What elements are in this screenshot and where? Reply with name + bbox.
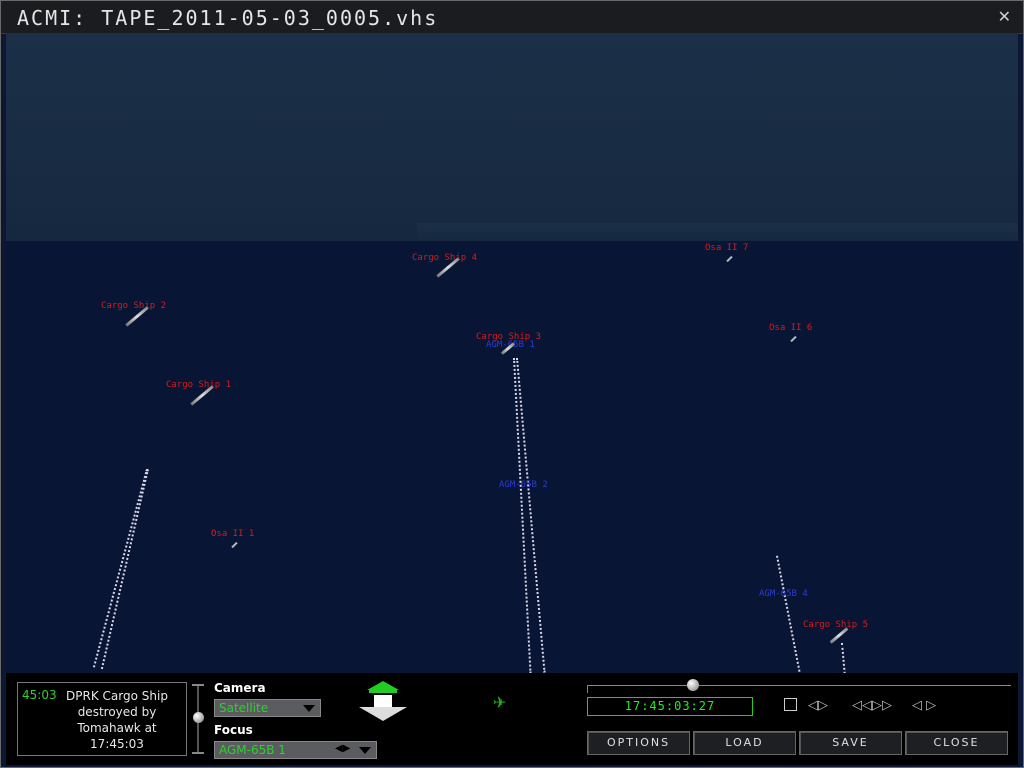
options-button[interactable]: OPTIONS — [587, 731, 690, 755]
zoom-slider-cap — [192, 684, 204, 686]
camera-down-box — [374, 695, 392, 707]
camera-value: Satellite — [219, 701, 269, 715]
cycle-arrows-icon[interactable]: ◀▶ — [335, 743, 350, 754]
unit-label-cargo-ship-5: Cargo Ship 5 — [803, 620, 869, 630]
window-title: ACMI: TAPE_2011-05-03_0005.vhs — [17, 6, 439, 30]
timecode-display: 17:45:03:27 — [587, 697, 753, 716]
event-text: DPRK Cargo Ship destroyed by Tomahawk at… — [66, 689, 168, 751]
stop-button[interactable] — [784, 698, 797, 711]
control-panel: 45:03 DPRK Cargo Ship destroyed by Tomah… — [6, 673, 1018, 765]
missile-trail — [100, 469, 149, 670]
chevron-down-icon — [303, 705, 315, 712]
step-play-icon[interactable]: ◁▷ — [808, 698, 828, 713]
unit-label-missile: AGM-65B 4 — [759, 589, 808, 599]
boat-icon[interactable] — [726, 255, 733, 263]
unit-label-cargo-ship-4: Cargo Ship 4 — [412, 253, 478, 263]
sea-tile — [417, 223, 1018, 241]
zoom-slider-knob[interactable] — [193, 712, 204, 723]
camera-up-bar — [369, 690, 397, 693]
event-message-box: 45:03 DPRK Cargo Ship destroyed by Tomah… — [17, 682, 187, 756]
missile-trail — [513, 357, 532, 673]
boat-icon[interactable] — [231, 541, 238, 549]
play-icon[interactable]: ◁ ▷ — [912, 698, 936, 713]
camera-select[interactable]: Satellite — [214, 699, 321, 717]
unit-label-cargo-ship-2: Cargo Ship 2 — [101, 301, 167, 311]
3d-viewport[interactable]: Cargo Ship 2 Cargo Ship 1 Cargo Ship 4 C… — [6, 33, 1018, 673]
focus-select[interactable]: AGM-65B 1 ◀▶ — [214, 741, 377, 759]
focus-label: Focus — [214, 723, 253, 737]
unit-label-osa-6: Osa II 6 — [769, 323, 813, 333]
unit-label-osa-1: Osa II 1 — [211, 529, 255, 539]
camera-up-icon[interactable] — [367, 681, 399, 690]
title-bar: ACMI: TAPE_2011-05-03_0005.vhs ✕ — [1, 1, 1023, 34]
aircraft-icon[interactable]: ✈ — [493, 693, 506, 712]
unit-label-osa-7: Osa II 7 — [705, 243, 749, 253]
sea-tile — [6, 33, 1018, 241]
load-button[interactable]: LOAD — [693, 731, 796, 755]
unit-label-cargo-ship-1: Cargo Ship 1 — [166, 380, 232, 390]
zoom-slider-cap — [192, 752, 204, 754]
timeline-knob[interactable] — [687, 679, 699, 691]
timeline-start-tick — [587, 685, 588, 693]
timeline-track[interactable] — [587, 685, 1011, 686]
save-button[interactable]: SAVE — [799, 731, 902, 755]
focus-value: AGM-65B 1 — [219, 743, 286, 757]
chevron-down-icon — [359, 747, 371, 754]
unit-label-missile: AGM-65B 2 — [499, 480, 548, 490]
close-icon[interactable]: ✕ — [998, 7, 1011, 26]
missile-trail — [776, 555, 801, 672]
camera-label: Camera — [214, 681, 266, 695]
close-button[interactable]: CLOSE — [905, 731, 1008, 755]
fast-play-icon[interactable]: ◁◁▷▷ — [852, 698, 892, 713]
missile-trail — [841, 642, 846, 673]
acmi-window: ACMI: TAPE_2011-05-03_0005.vhs ✕ Cargo S… — [0, 0, 1024, 768]
boat-icon[interactable] — [790, 335, 797, 343]
camera-down-icon[interactable] — [359, 707, 407, 721]
